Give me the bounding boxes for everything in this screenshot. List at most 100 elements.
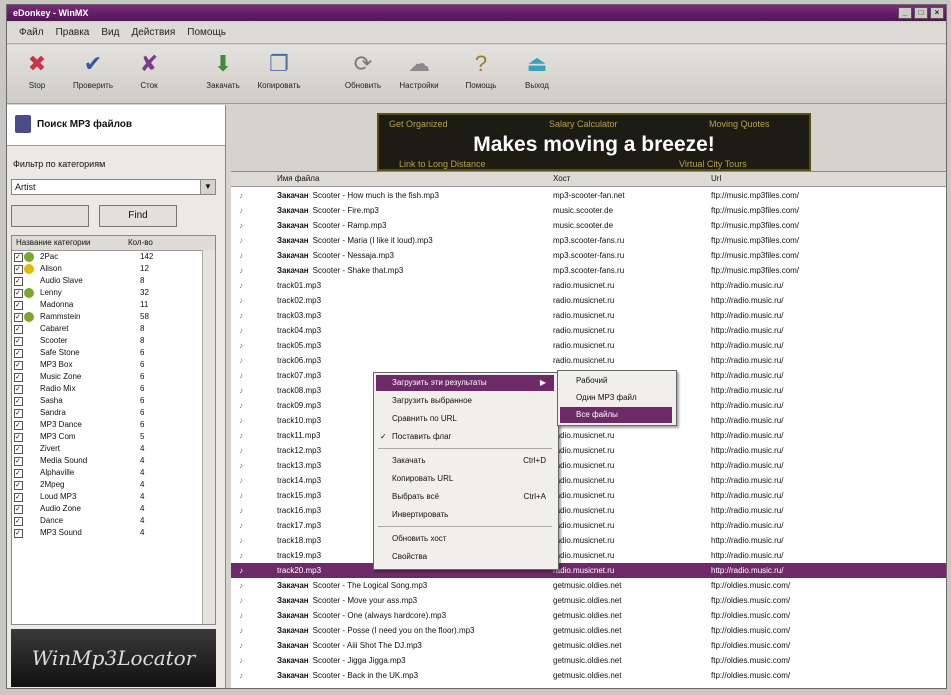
list-item[interactable]: ✓ Audio Zone 4	[12, 503, 215, 515]
table-row[interactable]: ♪ track20.mp3 radio.musicnet.ru http://radi…	[231, 563, 946, 578]
table-row[interactable]: ♪ track18.mp3 radio.musicnet.ru http://radi…	[231, 533, 946, 548]
checkbox[interactable]: ✓	[14, 385, 23, 394]
table-row[interactable]: ♪ track12.mp3 radio.musicnet.ru http://radi…	[231, 443, 946, 458]
checkbox[interactable]: ✓	[14, 253, 23, 262]
checkbox[interactable]: ✓	[14, 349, 23, 358]
list-item[interactable]: ✓ Scooter 8	[12, 335, 215, 347]
list-item[interactable]: ✓ Media Sound 4	[12, 455, 215, 467]
checkbox[interactable]: ✓	[14, 481, 23, 490]
search-text-input[interactable]	[11, 205, 89, 227]
context-menu-item[interactable]: Загрузить выбранное	[376, 393, 554, 409]
table-row[interactable]: ♪ track14.mp3 radio.musicnet.ru http://radi…	[231, 473, 946, 488]
checkbox[interactable]: ✓	[14, 457, 23, 466]
checkbox[interactable]: ✓	[14, 301, 23, 310]
table-row[interactable]: ♪ Закачан Scooter - The Logical Song.mp3 ge…	[231, 578, 946, 593]
table-row[interactable]: ♪ track11.mp3 radio.musicnet.ru http://radi…	[231, 428, 946, 443]
find-button[interactable]: Find	[99, 205, 177, 227]
menu-item[interactable]: Помощь	[187, 23, 226, 43]
checkbox[interactable]: ✓	[14, 409, 23, 418]
checkbox[interactable]: ✓	[14, 505, 23, 514]
banner-link[interactable]: Salary Calculator	[549, 119, 618, 129]
list-item[interactable]: ✓ Alphaville 4	[12, 467, 215, 479]
context-menu-item[interactable]: Сравнить по URL	[376, 411, 554, 427]
table-row[interactable]: ♪ Закачан Scooter - Move your ass.mp3 getmu…	[231, 593, 946, 608]
checkbox[interactable]: ✓	[14, 313, 23, 322]
checkbox[interactable]: ✓	[14, 517, 23, 526]
table-row[interactable]: ♪ track13.mp3 radio.musicnet.ru http://radi…	[231, 458, 946, 473]
list-item[interactable]: ✓ Audio Slave 8	[12, 275, 215, 287]
list-item[interactable]: ✓ MP3 Com 5	[12, 431, 215, 443]
list-item[interactable]: ✓ MP3 Dance 6	[12, 419, 215, 431]
list-item[interactable]: ✓ Sasha 6	[12, 395, 215, 407]
category-list[interactable]: Название категории Кол-во ✓ 2Pac 142 ✓ Aliso…	[11, 235, 216, 625]
results-list[interactable]: Имя файла Хост Url ♪ Закачан Scooter - How…	[231, 171, 946, 688]
minimize-button[interactable]: _	[898, 7, 912, 19]
table-row[interactable]: ♪ track04.mp3 radio.musicnet.ru http://radi…	[231, 323, 946, 338]
checkbox[interactable]: ✓	[14, 529, 23, 538]
checkbox[interactable]: ✓	[14, 469, 23, 478]
list-item[interactable]: ✓ Alison 12	[12, 263, 215, 275]
list-item[interactable]: ✓ Cabaret 8	[12, 323, 215, 335]
list-item[interactable]: ✓ Zivert 4	[12, 443, 215, 455]
menu-item[interactable]: Файл	[19, 23, 44, 43]
list-item[interactable]: ✓ MP3 Sound 4	[12, 527, 215, 539]
toolbar-button-exit[interactable]: ⏏ Выход	[511, 49, 563, 99]
toolbar-button-download[interactable]: ⬇ Закачать	[197, 49, 249, 99]
menu-item[interactable]: Правка	[56, 23, 90, 43]
checkbox[interactable]: ✓	[14, 493, 23, 502]
checkbox[interactable]: ✓	[14, 265, 23, 274]
maximize-button[interactable]: □	[914, 7, 928, 19]
context-menu-item[interactable]: Копировать URL	[376, 471, 554, 487]
table-row[interactable]: ♪ track05.mp3 radio.musicnet.ru http://radi…	[231, 338, 946, 353]
category-count-column[interactable]: Кол-во	[128, 236, 153, 250]
banner-link[interactable]: Moving Quotes	[709, 119, 770, 129]
table-row[interactable]: ♪ track03.mp3 radio.musicnet.ru http://radi…	[231, 308, 946, 323]
list-item[interactable]: ✓ Safe Stone 6	[12, 347, 215, 359]
checkbox[interactable]: ✓	[14, 277, 23, 286]
checkbox[interactable]: ✓	[14, 289, 23, 298]
context-menu-item[interactable]: Свойства	[376, 549, 554, 565]
toolbar-button-stop[interactable]: ✖ Stop	[11, 49, 63, 99]
category-name-column[interactable]: Название категории	[16, 236, 91, 250]
banner-link[interactable]: Link to Long Distance	[399, 159, 486, 169]
category-scrollbar[interactable]	[202, 250, 215, 624]
submenu-item[interactable]: Все файлы	[560, 407, 672, 423]
banner-link[interactable]: Get Organized	[389, 119, 448, 129]
checkbox[interactable]: ✓	[14, 397, 23, 406]
table-row[interactable]: ♪ Закачан Scooter - Jigga Jigga.mp3 getmusi…	[231, 653, 946, 668]
toolbar-button-refresh[interactable]: ⟳ Обновить	[337, 49, 389, 99]
submenu-item[interactable]: Рабочий	[560, 373, 672, 389]
checkbox[interactable]: ✓	[14, 337, 23, 346]
list-item[interactable]: ✓ MP3 Box 6	[12, 359, 215, 371]
table-row[interactable]: ♪ Закачан Scooter - Back in the UK.mp3 getm…	[231, 668, 946, 683]
list-item[interactable]: ✓ 2Pac 142	[12, 251, 215, 263]
checkbox[interactable]: ✓	[14, 361, 23, 370]
table-row[interactable]: ♪ Закачан Scooter - Fire.mp3 music.scooter.…	[231, 203, 946, 218]
filter-combobox[interactable]: Artist ▼	[11, 179, 216, 195]
close-button[interactable]: ×	[930, 7, 944, 19]
column-url[interactable]: Url	[711, 172, 721, 186]
chevron-down-icon[interactable]: ▼	[200, 180, 215, 194]
table-row[interactable]: ♪ track01.mp3 radio.musicnet.ru http://radi…	[231, 278, 946, 293]
table-row[interactable]: ♪ track16.mp3 radio.musicnet.ru http://radi…	[231, 503, 946, 518]
table-row[interactable]: ♪ track02.mp3 radio.musicnet.ru http://radi…	[231, 293, 946, 308]
checkbox[interactable]: ✓	[14, 421, 23, 430]
context-menu-item[interactable]: Инвертировать	[376, 507, 554, 523]
table-row[interactable]: ♪ track19.mp3 radio.musicnet.ru http://radi…	[231, 548, 946, 563]
list-item[interactable]: ✓ Lenny 32	[12, 287, 215, 299]
table-row[interactable]: ♪ Закачан Scooter - Maria (I like it loud)…	[231, 233, 946, 248]
toolbar-button-settings[interactable]: ☁ Настройки	[393, 49, 445, 99]
column-host[interactable]: Хост	[553, 172, 570, 186]
banner-link[interactable]: Virtual City Tours	[679, 159, 747, 169]
table-row[interactable]: ♪ track15.mp3 radio.musicnet.ru http://radi…	[231, 488, 946, 503]
list-item[interactable]: ✓ Rammstein 58	[12, 311, 215, 323]
list-item[interactable]: ✓ Dance 4	[12, 515, 215, 527]
context-menu-item[interactable]: Обновить хост	[376, 531, 554, 547]
list-item[interactable]: ✓ Radio Mix 6	[12, 383, 215, 395]
table-row[interactable]: ♪ Закачан Scooter - Posse (I need you on t…	[231, 623, 946, 638]
toolbar-button-help[interactable]: ? Помощь	[455, 49, 507, 99]
context-menu-item[interactable]: Загрузить эти результаты ▶	[376, 375, 554, 391]
list-item[interactable]: ✓ Music Zone 6	[12, 371, 215, 383]
menu-item[interactable]: Действия	[131, 23, 175, 43]
table-row[interactable]: ♪ Закачан Scooter - One (always hardcore).…	[231, 608, 946, 623]
